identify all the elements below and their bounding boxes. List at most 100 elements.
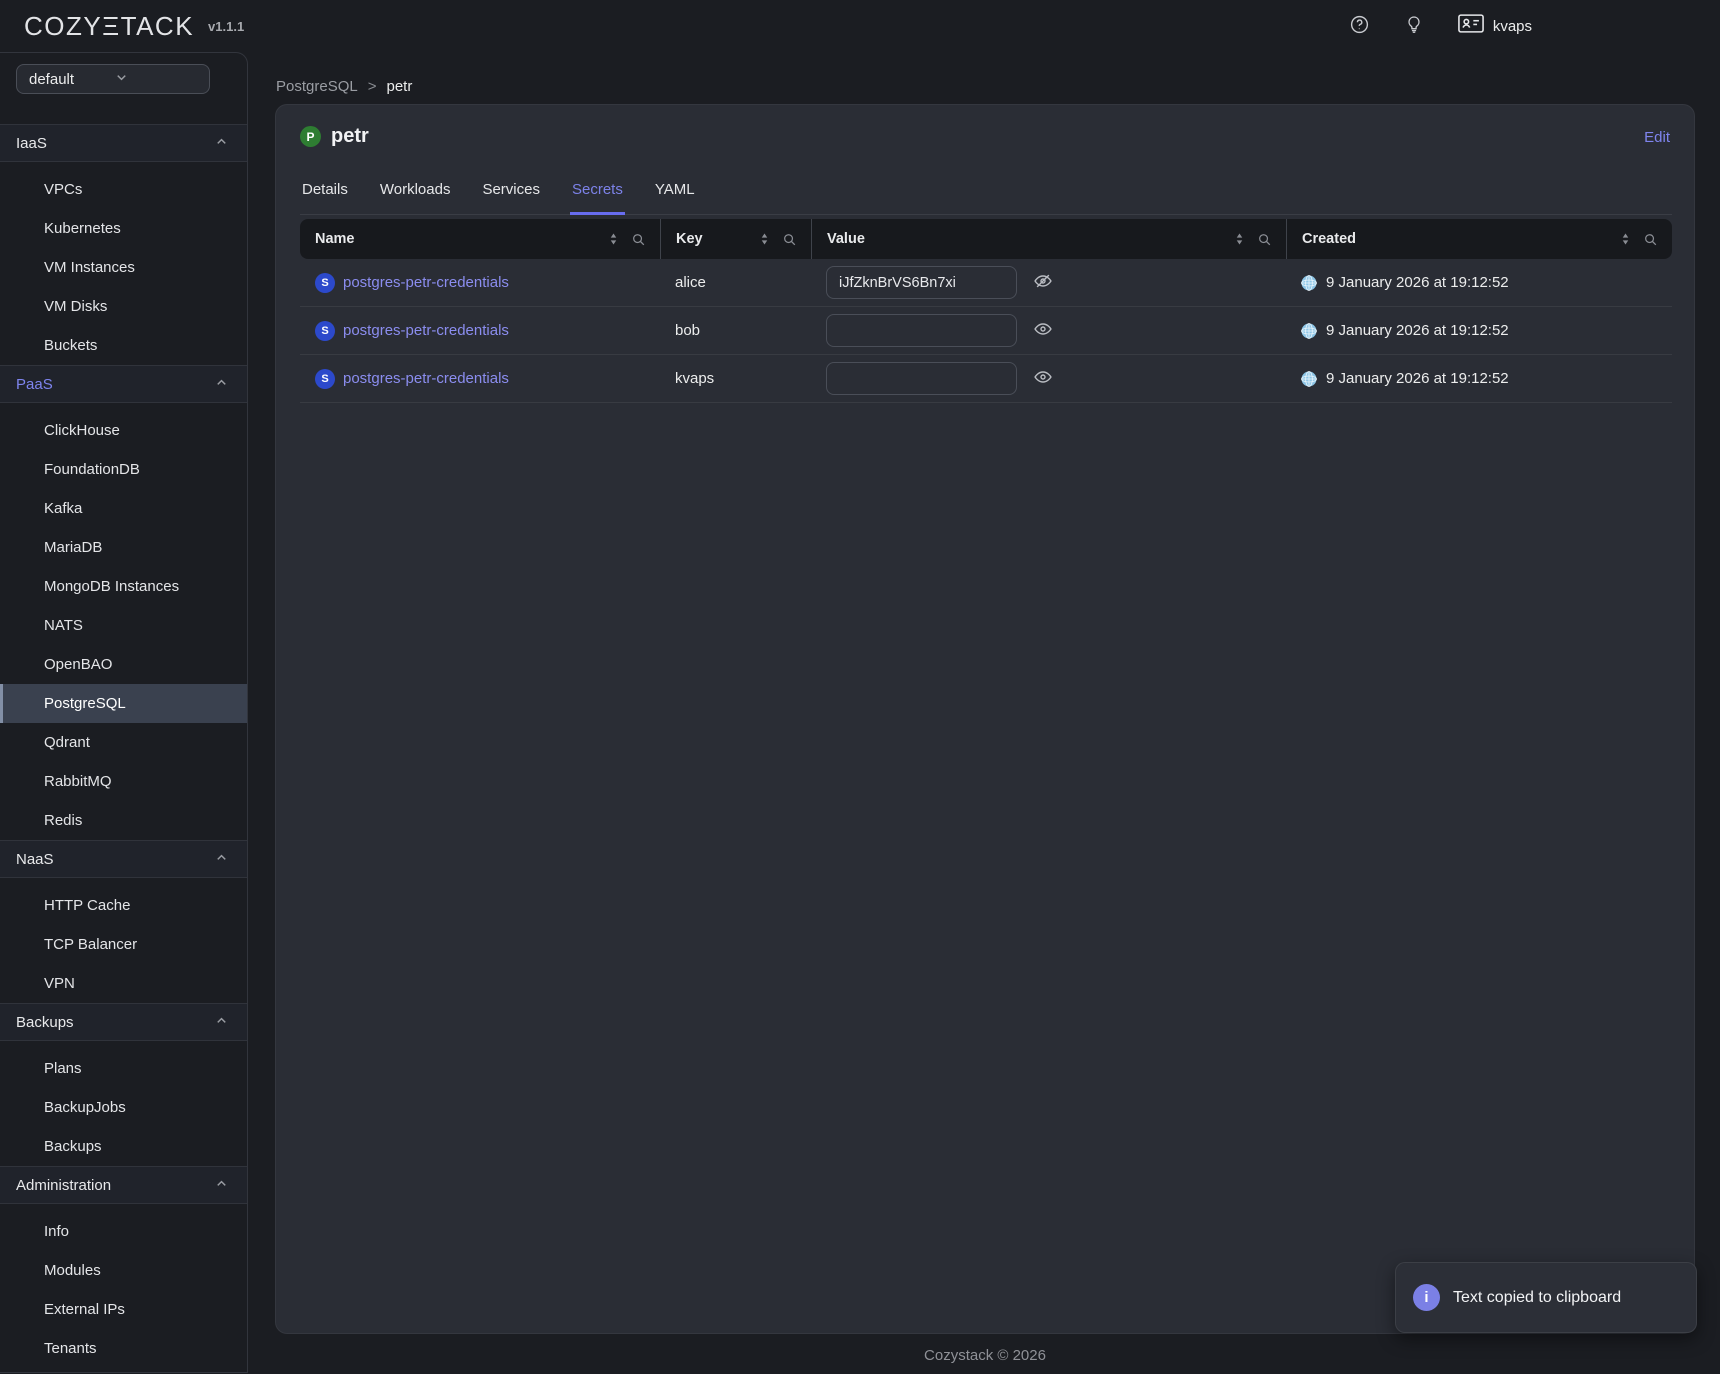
column-search-button[interactable]	[1257, 232, 1272, 247]
toggle-value-visibility-button[interactable]	[1033, 319, 1053, 342]
created-timestamp: 9 January 2026 at 19:12:52	[1326, 322, 1509, 339]
sidebar-item-kubernetes[interactable]: Kubernetes	[0, 209, 247, 248]
sidebar-item-rabbitmq[interactable]: RabbitMQ	[0, 762, 247, 801]
column-header-name: Name	[300, 219, 660, 259]
panel-title-row: P petr	[300, 125, 369, 148]
section-items: ClickHouseFoundationDBKafkaMariaDBMongoD…	[0, 403, 247, 840]
sidebar-section-naas[interactable]: NaaS	[0, 840, 247, 878]
chevron-up-icon	[214, 134, 229, 153]
chevron-up-icon	[214, 1176, 229, 1195]
value-cell	[811, 314, 1286, 347]
section-label: NaaS	[16, 851, 54, 868]
sidebar-item-info[interactable]: Info	[0, 1212, 247, 1251]
eye-icon	[1033, 367, 1053, 390]
tab-yaml[interactable]: YAML	[653, 171, 697, 215]
sort-icon	[608, 232, 619, 246]
info-icon: i	[1413, 1284, 1440, 1311]
search-icon	[631, 232, 646, 247]
secret-badge: S	[315, 273, 335, 293]
name-cell: Spostgres-petr-credentials	[300, 321, 660, 341]
name-cell: Spostgres-petr-credentials	[300, 369, 660, 389]
sidebar-item-buckets[interactable]: Buckets	[0, 326, 247, 365]
sidebar-item-postgresql[interactable]: PostgreSQL	[0, 684, 247, 723]
section-items: PlansBackupJobsBackups	[0, 1041, 247, 1166]
section-items: HTTP CacheTCP BalancerVPN	[0, 878, 247, 1003]
sidebar-item-kafka[interactable]: Kafka	[0, 489, 247, 528]
breadcrumb-current: petr	[386, 78, 412, 95]
sort-button[interactable]	[1234, 232, 1245, 246]
section-label: Administration	[16, 1177, 111, 1194]
help-button[interactable]	[1349, 14, 1370, 38]
sidebar-item-vpcs[interactable]: VPCs	[0, 170, 247, 209]
column-search-button[interactable]	[1643, 232, 1658, 247]
sidebar-item-vm-instances[interactable]: VM Instances	[0, 248, 247, 287]
sort-button[interactable]	[608, 232, 619, 246]
toast-message: Text copied to clipboard	[1453, 1289, 1621, 1307]
sidebar-item-nats[interactable]: NATS	[0, 606, 247, 645]
sidebar-item-tenants[interactable]: Tenants	[0, 1329, 247, 1368]
key-cell: bob	[660, 322, 811, 339]
section-label: Backups	[16, 1014, 74, 1031]
table-body: Spostgres-petr-credentials alice 9 January…	[300, 259, 1672, 403]
breadcrumb-parent[interactable]: PostgreSQL	[276, 78, 358, 95]
toast-notification: i Text copied to clipboard	[1395, 1262, 1697, 1333]
edit-button[interactable]: Edit	[1644, 129, 1670, 146]
column-search-button[interactable]	[782, 232, 797, 247]
search-icon	[1257, 232, 1272, 247]
secret-key: bob	[675, 322, 700, 339]
secret-badge: S	[315, 321, 335, 341]
secret-value-input[interactable]	[826, 266, 1017, 299]
breadcrumb: PostgreSQL > petr	[276, 78, 412, 95]
sidebar-item-redis[interactable]: Redis	[0, 801, 247, 840]
sort-button[interactable]	[1620, 232, 1631, 246]
sidebar-item-openbao[interactable]: OpenBAO	[0, 645, 247, 684]
secret-name-link[interactable]: postgres-petr-credentials	[343, 274, 509, 291]
sidebar-item-plans[interactable]: Plans	[0, 1049, 247, 1088]
chevron-up-icon	[214, 375, 229, 394]
tab-workloads[interactable]: Workloads	[378, 171, 453, 215]
toggle-value-visibility-button[interactable]	[1033, 271, 1053, 294]
tab-services[interactable]: Services	[480, 171, 542, 215]
top-bar: COZYΞTACK v1.1.1	[0, 0, 1720, 52]
sidebar-item-vm-disks[interactable]: VM Disks	[0, 287, 247, 326]
secret-badge: S	[315, 369, 335, 389]
sidebar-section-backups[interactable]: Backups	[0, 1003, 247, 1041]
sidebar-section-administration[interactable]: Administration	[0, 1166, 247, 1204]
sidebar-item-mariadb[interactable]: MariaDB	[0, 528, 247, 567]
tab-details[interactable]: Details	[300, 171, 350, 215]
secret-name-link[interactable]: postgres-petr-credentials	[343, 322, 509, 339]
sidebar-item-modules[interactable]: Modules	[0, 1251, 247, 1290]
search-icon	[1643, 232, 1658, 247]
tenant-select[interactable]: default	[16, 64, 210, 94]
secret-name-link[interactable]: postgres-petr-credentials	[343, 370, 509, 387]
sidebar-item-vpn[interactable]: VPN	[0, 964, 247, 1003]
theme-toggle-button[interactable]	[1404, 14, 1424, 38]
sidebar-section-iaas[interactable]: IaaS	[0, 124, 247, 162]
secret-value-input[interactable]	[826, 314, 1017, 347]
sidebar-item-mongodb-instances[interactable]: MongoDB Instances	[0, 567, 247, 606]
sidebar-item-tcp-balancer[interactable]: TCP Balancer	[0, 925, 247, 964]
key-cell: alice	[660, 274, 811, 291]
sidebar-item-foundationdb[interactable]: FoundationDB	[0, 450, 247, 489]
chevron-up-icon	[214, 1013, 229, 1032]
sidebar-section-paas[interactable]: PaaS	[0, 365, 247, 403]
sort-button[interactable]	[759, 232, 770, 246]
eye-off-icon	[1033, 271, 1053, 294]
column-label: Key	[676, 231, 759, 247]
table-row: Spostgres-petr-credentials bob 9 January 2…	[300, 307, 1672, 355]
tab-bar: Details Workloads Services Secrets YAML	[300, 171, 1672, 215]
sidebar-item-qdrant[interactable]: Qdrant	[0, 723, 247, 762]
secret-value-input[interactable]	[826, 362, 1017, 395]
column-header-value: Value	[811, 219, 1286, 259]
toggle-value-visibility-button[interactable]	[1033, 367, 1053, 390]
sidebar-item-http-cache[interactable]: HTTP Cache	[0, 886, 247, 925]
tab-secrets[interactable]: Secrets	[570, 171, 625, 215]
user-name: kvaps	[1493, 18, 1532, 35]
sidebar-item-backupjobs[interactable]: BackupJobs	[0, 1088, 247, 1127]
user-menu[interactable]: kvaps	[1458, 14, 1532, 38]
sidebar-item-external-ips[interactable]: External IPs	[0, 1290, 247, 1329]
sidebar-item-backups[interactable]: Backups	[0, 1127, 247, 1166]
column-search-button[interactable]	[631, 232, 646, 247]
sidebar-item-clickhouse[interactable]: ClickHouse	[0, 411, 247, 450]
breadcrumb-separator: >	[368, 78, 377, 95]
